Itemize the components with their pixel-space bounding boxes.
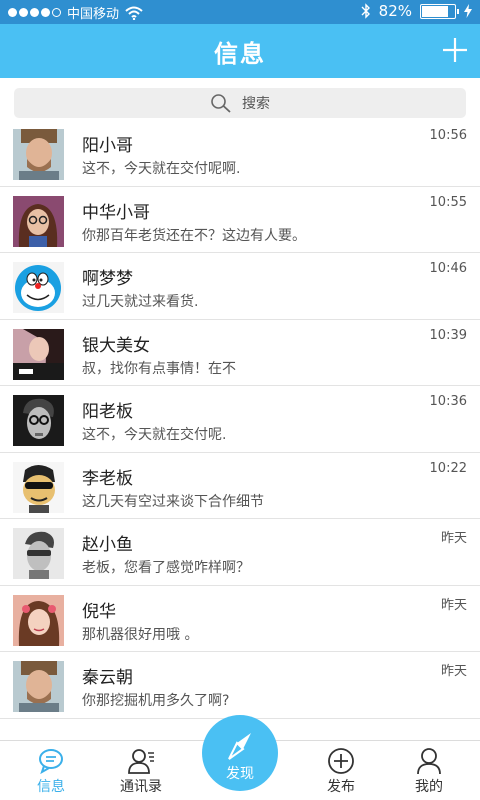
charging-icon [464,4,472,18]
plus-circle-icon [328,748,354,774]
tab-publish[interactable]: 发布 [306,747,376,796]
tab-mine[interactable]: 我的 [394,747,464,796]
avatar [13,528,64,579]
message-time: 10:22 [429,460,467,476]
message-preview: 你那挖掘机用多久了啊? [82,693,230,709]
contacts-icon [128,749,154,774]
message-preview: 那机器很好用哦 。 [82,626,199,643]
wifi-icon [125,6,143,20]
message-time: 10:46 [429,261,467,276]
status-left: 中国移动 [8,3,143,22]
search-bar-container: 搜索 [0,78,480,124]
chat-bubble-icon [39,749,63,775]
message-time: 10:56 [429,128,467,143]
conversation-row[interactable]: 阳小哥 这不，今天就在交付呢啊. 10:56 [0,120,480,187]
message-preview: 你那百年老货还在不？这边有人要。 [82,227,306,244]
avatar [13,262,64,313]
message-time: 昨天 [440,664,467,679]
conversation-row[interactable]: 中华小哥 你那百年老货还在不？这边有人要。 10:55 [0,187,480,253]
user-icon [417,748,441,775]
tab-mine-label: 我的 [415,779,443,795]
contact-name: 啊梦梦 [82,269,133,289]
message-time: 10:36 [429,394,467,409]
search-icon [211,94,231,113]
battery-percentage: 82% [378,2,412,20]
contact-name: 阳老板 [82,402,133,422]
avatar [13,328,64,380]
message-preview: 这不，今天就在交付呢啊. [82,161,241,177]
avatar [13,195,64,247]
bluetooth-icon [361,3,370,19]
status-right: 82% [361,2,472,20]
contact-name: 倪华 [82,601,116,622]
avatar [13,461,64,513]
message-time: 10:39 [429,327,467,343]
contact-name: 中华小哥 [82,202,150,223]
conversation-row[interactable]: 秦云朝 你那挖掘机用多久了啊? 昨天 [0,652,480,719]
avatar [13,661,64,712]
battery-icon [420,3,459,19]
add-icon[interactable] [440,35,470,65]
tab-publish-label: 发布 [327,779,355,795]
carrier-label: 中国移动 [67,7,120,22]
avatar [13,594,64,646]
discover-label: 发现 [226,766,254,782]
compass-icon [228,733,251,760]
search-input[interactable]: 搜索 [14,88,466,118]
contact-name: 银大美女 [82,335,150,356]
message-preview: 这不，今天就在交付呢. [82,427,227,443]
conversation-row[interactable]: 李老板 这几天有空过来谈下合作细节 10:22 [0,453,480,519]
message-time: 10:55 [429,194,467,210]
avatar [13,395,64,446]
contact-name: 阳小哥 [82,136,133,156]
app-header: 信息 [0,24,480,78]
conversation-row[interactable]: 啊梦梦 过几天就过来看货. 10:46 [0,253,480,320]
bottom-tab-bar: 信息 通讯录 发现 发布 我的 [0,715,480,800]
tab-contacts[interactable]: 通讯录 [106,747,176,796]
discover-button[interactable]: 发现 [202,715,278,791]
message-time: 昨天 [440,531,467,546]
contact-name: 赵小鱼 [82,535,133,555]
message-preview: 过几天就过来看货. [82,294,199,310]
status-bar: 中国移动 82% [0,0,480,24]
contact-name: 李老板 [82,468,133,489]
conversation-row[interactable]: 赵小鱼 老板，您看了感觉咋样啊？ 昨天 [0,519,480,586]
message-preview: 老板，您看了感觉咋样啊？ [82,560,250,576]
page-title: 信息 [214,40,266,68]
message-time: 昨天 [440,597,467,613]
message-preview: 叔，找你有点事情！在不 [82,360,236,377]
conversation-row[interactable]: 阳老板 这不，今天就在交付呢. 10:36 [0,386,480,453]
tab-contacts-label: 通讯录 [120,779,162,795]
contact-name: 秦云朝 [82,668,133,688]
search-placeholder: 搜索 [242,96,270,112]
avatar [13,129,64,180]
tab-messages-label: 信息 [37,779,65,795]
conversation-row[interactable]: 倪华 那机器很好用哦 。 昨天 [0,586,480,652]
tab-messages[interactable]: 信息 [16,747,86,796]
message-preview: 这几天有空过来谈下合作细节 [82,493,264,510]
signal-strength-icon [8,8,61,17]
conversation-list: 阳小哥 这不，今天就在交付呢啊. 10:56 中华小哥 你那百年老货还在不？这边… [0,120,480,719]
conversation-row[interactable]: 银大美女 叔，找你有点事情！在不 10:39 [0,320,480,386]
